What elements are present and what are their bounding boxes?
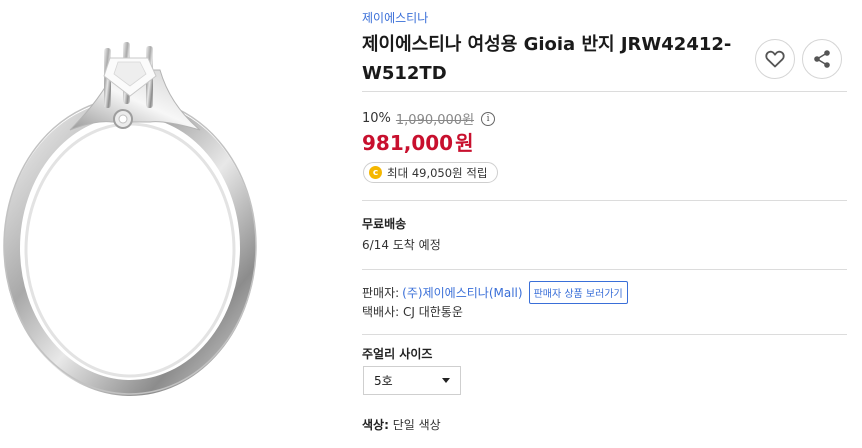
size-select[interactable]: 5호 xyxy=(363,366,461,395)
sale-price-unit: 원 xyxy=(455,131,474,155)
seller-label: 판매자: xyxy=(362,286,400,300)
seller-name-link[interactable]: (주)제이에스티나(Mall) xyxy=(402,284,522,301)
divider xyxy=(362,269,847,270)
product-title: 제이에스티나 여성용 Gioia 반지 JRW42412-W512TD xyxy=(362,34,732,84)
seller-products-button[interactable]: 판매자 상품 보러가기 xyxy=(528,281,628,304)
discount-row: 10% 1,090,000원 i xyxy=(362,109,496,128)
size-option-title: 주얼리 사이즈 xyxy=(362,347,433,361)
divider xyxy=(362,200,847,201)
sale-price: 981,000 원 xyxy=(362,127,474,156)
size-select-value: 5호 xyxy=(374,374,393,388)
divider xyxy=(362,91,847,92)
discount-rate: 10% xyxy=(362,111,391,126)
share-button[interactable] xyxy=(802,39,842,79)
ring-illustration xyxy=(3,42,257,396)
share-icon xyxy=(814,50,830,68)
color-option: 색상: 단일 색상 xyxy=(362,416,441,433)
shipping-title: 무료배송 xyxy=(362,217,407,231)
original-price: 1,090,000원 xyxy=(395,113,475,128)
heart-icon xyxy=(765,50,785,68)
shipping-date: 6/14 도착 예정 xyxy=(362,238,441,252)
color-value: 단일 색상 xyxy=(392,418,441,432)
like-button[interactable] xyxy=(755,39,795,79)
caret-down-icon xyxy=(442,378,450,383)
brand-link[interactable]: 제이에스티나 xyxy=(362,9,428,26)
divider xyxy=(362,334,847,335)
points-badge: c 최대 49,050원 적립 xyxy=(363,162,499,183)
seller-row: 판매자: (주)제이에스티나(Mall) 판매자 상품 보러가기 xyxy=(362,281,628,304)
sale-price-amount: 981,000 xyxy=(362,131,454,155)
product-image xyxy=(0,0,262,448)
info-icon[interactable]: i xyxy=(481,111,496,126)
coin-icon: c xyxy=(369,166,382,179)
points-text: 최대 49,050원 적립 xyxy=(387,165,488,180)
color-label: 색상: xyxy=(362,418,389,432)
courier-info: 택배사: CJ 대한통운 xyxy=(362,305,463,319)
